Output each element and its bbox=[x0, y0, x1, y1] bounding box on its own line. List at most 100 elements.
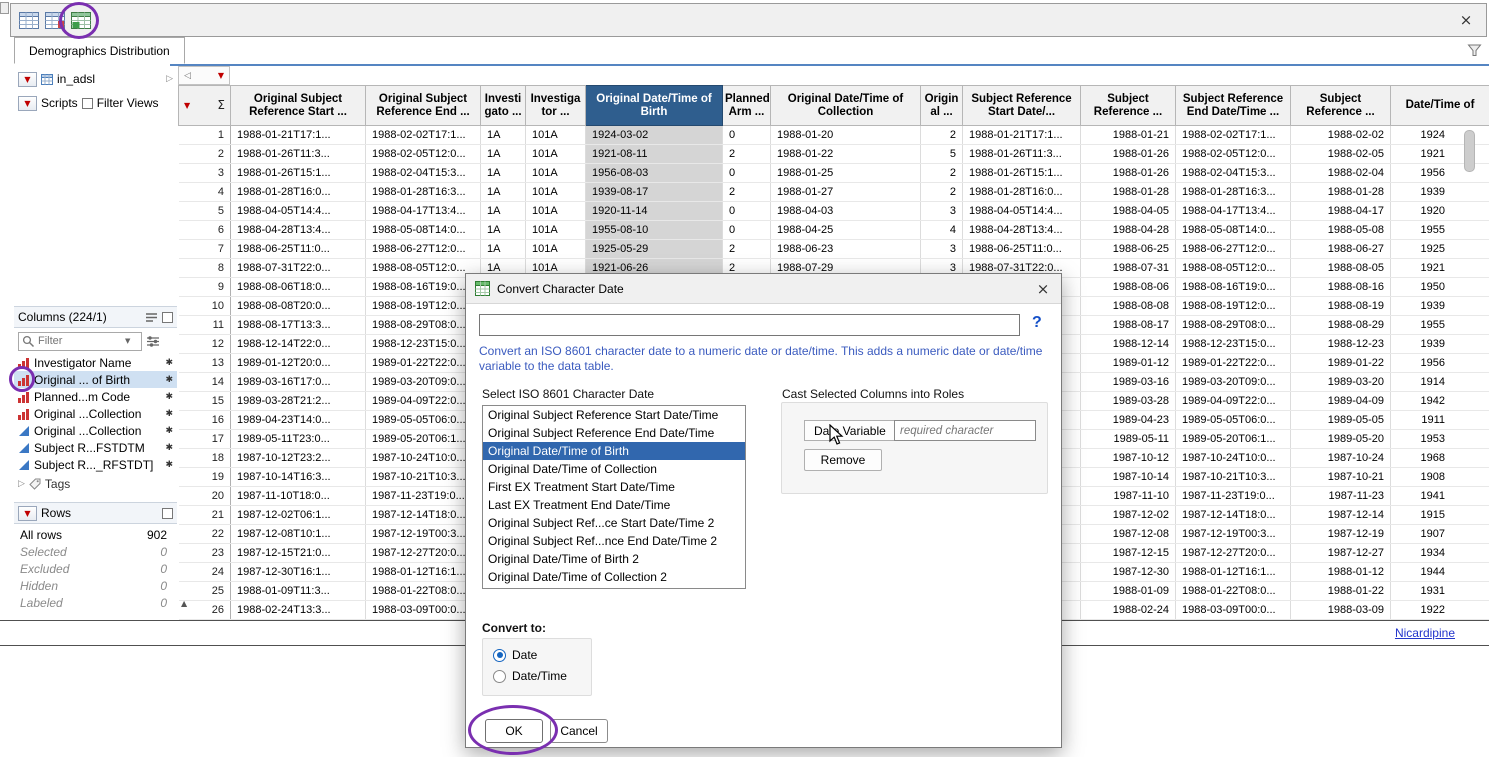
iso-date-list-item[interactable]: First EX Treatment Start Date/Time bbox=[483, 478, 745, 496]
grid-cell[interactable]: 1989-05-05T06:0... bbox=[366, 411, 481, 430]
grid-cell[interactable]: 1989-04-23 bbox=[1081, 411, 1176, 430]
grid-cell[interactable]: 0 bbox=[723, 126, 771, 145]
grid-cell[interactable]: 1987-12-27 bbox=[1291, 544, 1391, 563]
grid-cell[interactable]: 1908 bbox=[1391, 468, 1489, 487]
grid-cell[interactable]: 1944 bbox=[1391, 563, 1489, 582]
grid-cell[interactable]: 1988-06-23 bbox=[771, 240, 921, 259]
grid-cell[interactable]: 0 bbox=[723, 221, 771, 240]
grid-cell[interactable]: 1987-12-14 bbox=[1291, 506, 1391, 525]
row-number-cell[interactable]: 25 bbox=[179, 582, 231, 601]
grid-cell[interactable]: 1989-01-12T20:0... bbox=[231, 354, 366, 373]
select-columns-checkbox[interactable] bbox=[162, 312, 173, 323]
grid-cell[interactable]: 1988-06-27T12:0... bbox=[1176, 240, 1291, 259]
grid-column-header[interactable]: Subject Reference ... bbox=[1081, 86, 1176, 126]
grid-column-header[interactable]: Subject Reference ... bbox=[1291, 86, 1391, 126]
table-name[interactable]: in_adsl bbox=[57, 72, 95, 86]
grid-cell[interactable]: 1988-01-21T17:1... bbox=[963, 126, 1081, 145]
grid-cell[interactable]: 1988-04-17T13:4... bbox=[366, 202, 481, 221]
grid-cell[interactable]: 1953 bbox=[1391, 430, 1489, 449]
advanced-filter-sliders-icon[interactable] bbox=[146, 335, 160, 348]
grid-cell[interactable]: 1988-08-05 bbox=[1291, 259, 1391, 278]
grid-cell[interactable]: 1907 bbox=[1391, 525, 1489, 544]
row-number-cell[interactable]: 21 bbox=[179, 506, 231, 525]
grid-cell[interactable]: 1987-12-08T10:1... bbox=[231, 525, 366, 544]
date-variable-button[interactable]: Date Variable bbox=[804, 420, 896, 441]
grid-cell[interactable]: 1989-03-16T17:0... bbox=[231, 373, 366, 392]
nicardipine-link[interactable]: Nicardipine bbox=[1395, 626, 1455, 640]
grid-cell[interactable]: 1987-12-19 bbox=[1291, 525, 1391, 544]
grid-cell[interactable]: 3 bbox=[921, 202, 963, 221]
grid-cell[interactable]: 1988-04-28T13:4... bbox=[963, 221, 1081, 240]
grid-cell[interactable]: 1988-01-28 bbox=[1291, 183, 1391, 202]
grid-column-header[interactable]: Origin al ... bbox=[921, 86, 963, 126]
grid-cell[interactable]: 1988-04-17 bbox=[1291, 202, 1391, 221]
grid-cell[interactable]: 1989-03-28T21:2... bbox=[231, 392, 366, 411]
radio-datetime-icon[interactable] bbox=[493, 670, 506, 683]
grid-cell[interactable]: 1987-12-27T20:0... bbox=[1176, 544, 1291, 563]
grid-cell[interactable]: 1988-02-24 bbox=[1081, 601, 1176, 620]
grid-cell[interactable]: 1924-03-02 bbox=[586, 126, 723, 145]
row-number-cell[interactable]: 18 bbox=[179, 449, 231, 468]
grid-cell[interactable]: 0 bbox=[723, 202, 771, 221]
table-menu-red-triangle-icon[interactable]: ▼ bbox=[18, 72, 37, 87]
sidebar-column-item[interactable]: Investigator Name✱ bbox=[14, 354, 177, 371]
grid-cell[interactable]: 1A bbox=[481, 164, 526, 183]
grid-cell[interactable]: 1989-04-09 bbox=[1291, 392, 1391, 411]
grid-cell[interactable]: 1939-08-17 bbox=[586, 183, 723, 202]
grid-cell[interactable]: 1987-10-21T10:3... bbox=[366, 468, 481, 487]
grid-cell[interactable]: 1989-01-22T22:0... bbox=[366, 354, 481, 373]
grid-cell[interactable]: 1987-10-14T16:3... bbox=[231, 468, 366, 487]
sidebar-column-item[interactable]: Subject R..._RFSTDT]✱ bbox=[14, 456, 177, 473]
grid-cell[interactable]: 1989-03-28 bbox=[1081, 392, 1176, 411]
row-number-cell[interactable]: 3 bbox=[179, 164, 231, 183]
iso-date-list-item[interactable]: Original Date/Time of Birth bbox=[483, 442, 745, 460]
grid-cell[interactable]: 1955-08-10 bbox=[586, 221, 723, 240]
grid-cell[interactable]: 1988-12-23T15:0... bbox=[1176, 335, 1291, 354]
grid-cell[interactable]: 1988-01-12T16:1... bbox=[366, 563, 481, 582]
grid-cell[interactable]: 1987-12-02T06:1... bbox=[231, 506, 366, 525]
grid-cell[interactable]: 1988-01-28T16:3... bbox=[366, 183, 481, 202]
grid-cell[interactable]: 1987-10-14 bbox=[1081, 468, 1176, 487]
grid-cell[interactable]: 1988-07-31 bbox=[1081, 259, 1176, 278]
grid-cell[interactable]: 1988-06-25 bbox=[1081, 240, 1176, 259]
grid-cell[interactable]: 1989-03-16 bbox=[1081, 373, 1176, 392]
grid-cell[interactable]: 1955 bbox=[1391, 221, 1489, 240]
date-variable-field[interactable] bbox=[894, 420, 1036, 441]
tags-chevron-icon[interactable]: ▷ bbox=[18, 479, 25, 489]
grid-column-header[interactable]: Investiga tor ... bbox=[526, 86, 586, 126]
grid-cell[interactable]: 1988-04-28 bbox=[1081, 221, 1176, 240]
rows-red-triangle-icon[interactable]: ▼ bbox=[184, 99, 190, 112]
grid-cell[interactable]: 1987-12-27T20:0... bbox=[366, 544, 481, 563]
grid-cell[interactable]: 1988-02-04T15:3... bbox=[1176, 164, 1291, 183]
grid-cell[interactable]: 1988-08-06T18:0... bbox=[231, 278, 366, 297]
grid-cell[interactable]: 1939 bbox=[1391, 183, 1489, 202]
grid-cell[interactable]: 1A bbox=[481, 183, 526, 202]
grid-cell[interactable]: 1987-11-23T19:0... bbox=[1176, 487, 1291, 506]
grid-cell[interactable]: 1988-01-26T15:1... bbox=[963, 164, 1081, 183]
grid-cell[interactable]: 1988-08-05T12:0... bbox=[1176, 259, 1291, 278]
grid-cell[interactable]: 1921-08-11 bbox=[586, 145, 723, 164]
grid-cell[interactable]: 1987-11-10 bbox=[1081, 487, 1176, 506]
row-number-cell[interactable]: 16 bbox=[179, 411, 231, 430]
iso-date-list-item[interactable]: Original Subject Ref...nce End Date/Time… bbox=[483, 532, 745, 550]
grid-cell[interactable]: 1987-10-24 bbox=[1291, 449, 1391, 468]
dialog-search-input[interactable] bbox=[479, 314, 1020, 336]
grid-cell[interactable]: 2 bbox=[921, 183, 963, 202]
grid-cell[interactable]: 1987-12-14T18:0... bbox=[1176, 506, 1291, 525]
grid-cell[interactable]: 1988-05-08T14:0... bbox=[366, 221, 481, 240]
grid-cell[interactable]: 5 bbox=[921, 145, 963, 164]
ok-button[interactable]: OK bbox=[485, 719, 543, 743]
grid-cell[interactable]: 1988-02-24T13:3... bbox=[231, 601, 366, 620]
row-number-cell[interactable]: 20 bbox=[179, 487, 231, 506]
grid-cell[interactable]: 1988-01-28T16:0... bbox=[231, 183, 366, 202]
row-number-cell[interactable]: 6 bbox=[179, 221, 231, 240]
iso-date-list-item[interactable]: Last EX Treatment End Date/Time bbox=[483, 496, 745, 514]
grid-cell[interactable]: 1988-02-05T12:0... bbox=[1176, 145, 1291, 164]
grid-cell[interactable]: 1989-04-23T14:0... bbox=[231, 411, 366, 430]
grid-cell[interactable]: 1988-08-16T19:0... bbox=[366, 278, 481, 297]
grid-cell[interactable]: 1987-12-30T16:1... bbox=[231, 563, 366, 582]
grid-cell[interactable]: 1934 bbox=[1391, 544, 1489, 563]
grid-column-header[interactable]: Subject Reference End Date/Time ... bbox=[1176, 86, 1291, 126]
grid-cell[interactable]: 1988-08-16 bbox=[1291, 278, 1391, 297]
grid-cell[interactable]: 1988-04-05 bbox=[1081, 202, 1176, 221]
